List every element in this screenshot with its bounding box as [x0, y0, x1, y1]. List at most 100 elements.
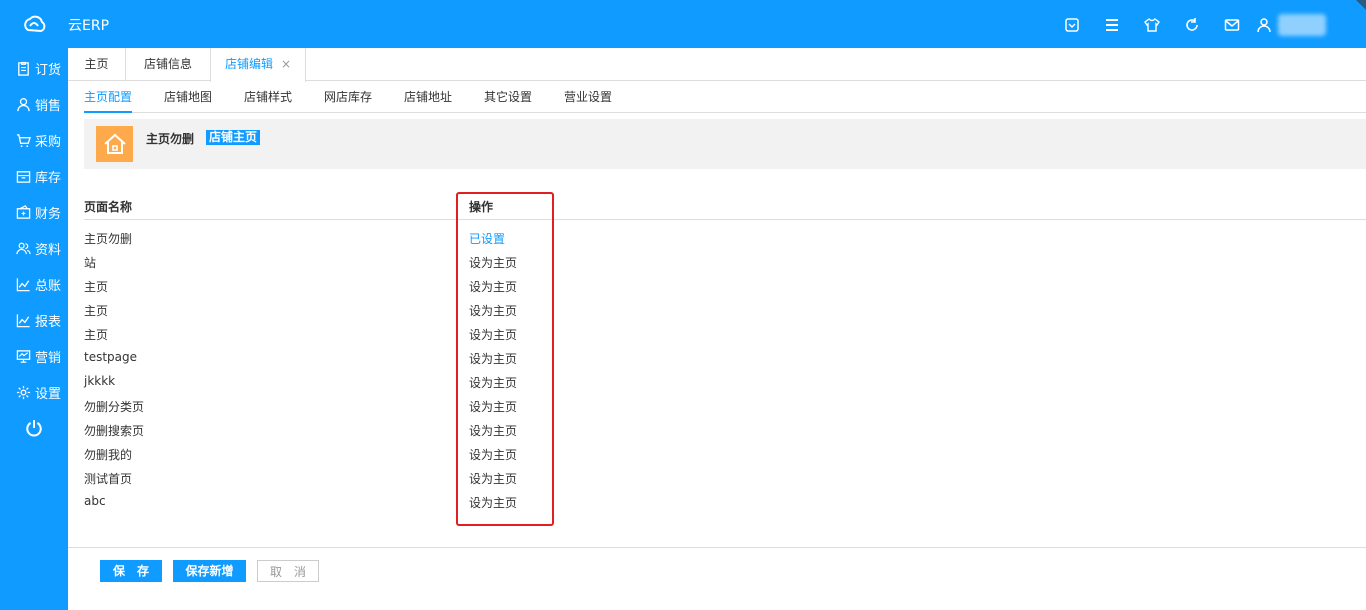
page-name-cell: 勿删搜索页 [84, 424, 145, 438]
table-row: 主页 设为主页 [84, 326, 604, 350]
set-as-home-link[interactable]: 设为主页 [469, 350, 517, 367]
page-name-cell: testpage [84, 350, 138, 364]
tab-home[interactable]: 主页 [68, 48, 126, 81]
page-name-cell: 站 [84, 256, 97, 270]
footer-divider [68, 547, 1366, 548]
sidebar-item-label: 库存 [35, 170, 62, 186]
table-row: 勿删搜索页 设为主页 [84, 422, 604, 446]
sidebar-item-label: 财务 [35, 206, 62, 222]
sidebar-item-ledger[interactable]: 总账 [0, 266, 68, 302]
set-as-home-link[interactable]: 设为主页 [469, 326, 517, 343]
page-name-cell: 勿删分类页 [84, 400, 145, 414]
table-row: 勿删分类页 设为主页 [84, 398, 604, 422]
sidebar-item-label: 销售 [35, 98, 62, 114]
sidebar-item-label: 订货 [35, 62, 62, 78]
table-row: 勿删我的 设为主页 [84, 446, 604, 470]
sidebar-item-order[interactable]: 订货 [0, 50, 68, 86]
cloud-logo-icon [20, 12, 48, 36]
set-as-home-link[interactable]: 设为主页 [469, 374, 517, 391]
refresh-icon[interactable] [1182, 15, 1202, 35]
power-button[interactable] [0, 410, 68, 446]
chart-icon [16, 277, 30, 291]
app-title: 云ERP [68, 18, 110, 34]
sidebar-item-purchase[interactable]: 采购 [0, 122, 68, 158]
sidebar-item-label: 设置 [35, 386, 62, 402]
chart-icon [16, 313, 30, 327]
table-row: 主页 设为主页 [84, 278, 604, 302]
sidebar-item-settings[interactable]: 设置 [0, 374, 68, 410]
save-button[interactable]: 保 存 [100, 560, 162, 582]
table-row: abc 设为主页 [84, 494, 604, 518]
tab-shop-edit[interactable]: 店铺编辑 × [210, 48, 306, 82]
top-bar: 云ERP [0, 0, 1366, 48]
page-name-cell: 主页 [84, 328, 109, 342]
cart-icon [16, 133, 31, 147]
box-icon [16, 170, 31, 183]
already-set-link[interactable]: 已设置 [469, 230, 505, 247]
gear-icon [16, 385, 31, 399]
set-as-home-link[interactable]: 设为主页 [469, 494, 517, 511]
current-home-name: 主页勿删 [146, 132, 195, 146]
people-icon [16, 242, 31, 254]
shirt-icon[interactable] [1142, 15, 1162, 35]
sidebar-item-label: 报表 [35, 314, 62, 330]
set-as-home-link[interactable]: 设为主页 [469, 398, 517, 415]
set-as-home-link[interactable]: 设为主页 [469, 278, 517, 295]
dropdown-box-icon[interactable] [1062, 15, 1082, 35]
sidebar-item-label: 采购 [35, 134, 62, 150]
subtab-home-config[interactable]: 主页配置 [84, 81, 133, 113]
wallet-icon [16, 204, 31, 219]
corner-shadow [1356, 0, 1366, 10]
table-row: 主页 设为主页 [84, 302, 604, 326]
power-icon [26, 420, 42, 437]
page-name-cell: 主页 [84, 304, 109, 318]
subtab-other-settings[interactable]: 其它设置 [484, 81, 532, 113]
sidebar-item-marketing[interactable]: 营销 [0, 338, 68, 374]
sidebar-item-sales[interactable]: 销售 [0, 86, 68, 122]
cancel-button[interactable]: 取 消 [257, 560, 319, 582]
set-as-home-link[interactable]: 设为主页 [469, 254, 517, 271]
set-as-home-link[interactable]: 设为主页 [469, 422, 517, 439]
tab-shop-info[interactable]: 店铺信息 [126, 48, 211, 81]
page-name-cell: 勿删我的 [84, 448, 133, 462]
tab-label: 主页 [84, 57, 109, 71]
subtab-online-inventory[interactable]: 网店库存 [324, 81, 372, 113]
page-name-cell: jkkkk [84, 374, 116, 388]
close-icon[interactable]: × [281, 57, 291, 71]
set-as-home-link[interactable]: 设为主页 [469, 446, 517, 463]
page-tabs: 主页 店铺信息 店铺编辑 × [68, 48, 1366, 82]
page-name-cell: abc [84, 494, 106, 508]
subtab-shop-style[interactable]: 店铺样式 [244, 81, 292, 113]
table-row: 主页勿删 已设置 [84, 230, 604, 254]
mail-icon[interactable] [1222, 15, 1242, 35]
sub-tabs: 主页配置 店铺地图 店铺样式 网店库存 店铺地址 其它设置 营业设置 [84, 81, 1366, 113]
topbar-icons [1042, 14, 1326, 36]
sidebar-item-inventory[interactable]: 库存 [0, 158, 68, 194]
user-icon[interactable] [1254, 15, 1274, 35]
sidebar-item-label: 营销 [35, 350, 62, 366]
tab-label: 店铺编辑 [224, 57, 273, 71]
sidebar-item-finance[interactable]: 财务 [0, 194, 68, 230]
sidebar-item-report[interactable]: 报表 [0, 302, 68, 338]
save-and-new-button[interactable]: 保存新增 [173, 560, 246, 582]
subtab-business-settings[interactable]: 营业设置 [564, 81, 612, 113]
page-name-cell: 测试首页 [84, 472, 133, 486]
sidebar: 订货 销售 采购 库存 财务 资料 总账 报表 营销 设置 [0, 48, 68, 610]
set-as-home-link[interactable]: 设为主页 [469, 302, 517, 319]
person-icon [17, 97, 30, 111]
current-home-panel: 主页勿删 店铺主页 [84, 119, 1366, 169]
column-header-page-name: 页面名称 [84, 200, 133, 214]
subtab-shop-map[interactable]: 店铺地图 [164, 81, 212, 113]
monitor-icon [16, 349, 31, 363]
table-row: testpage 设为主页 [84, 350, 604, 374]
table-header-divider [84, 219, 1366, 220]
tab-label: 店铺信息 [143, 57, 192, 71]
sidebar-item-data[interactable]: 资料 [0, 230, 68, 266]
table-row: 站 设为主页 [84, 254, 604, 278]
set-as-home-link[interactable]: 设为主页 [469, 470, 517, 487]
user-name-redacted[interactable] [1278, 14, 1326, 36]
subtab-shop-address[interactable]: 店铺地址 [404, 81, 452, 113]
menu-icon[interactable] [1102, 15, 1122, 35]
table-row: jkkkk 设为主页 [84, 374, 604, 398]
column-header-operation: 操作 [469, 200, 494, 214]
